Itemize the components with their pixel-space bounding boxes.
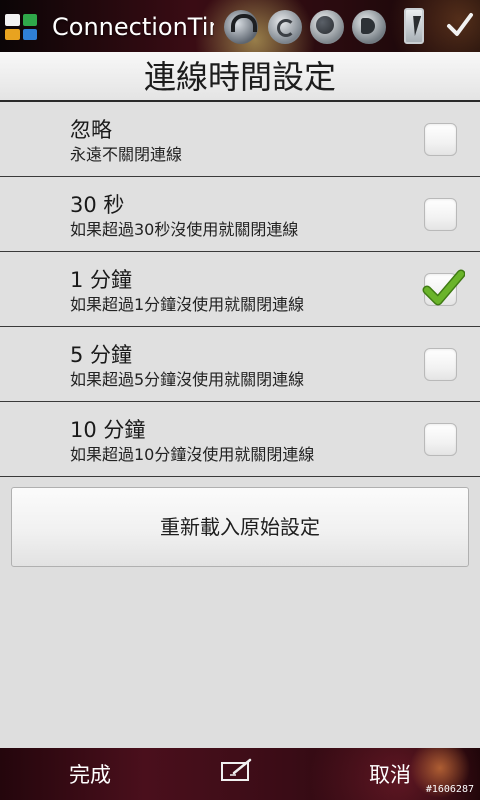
edit-icon[interactable]	[220, 758, 254, 782]
option-30-seconds[interactable]: 30 秒 如果超過30秒沒使用就關閉連線	[0, 177, 480, 252]
page-header: 連線時間設定	[0, 52, 480, 102]
option-title: 1 分鐘	[70, 268, 133, 292]
option-title: 10 分鐘	[70, 418, 146, 442]
done-button[interactable]: 完成	[48, 758, 132, 792]
option-description: 如果超過5分鐘沒使用就關閉連線	[70, 370, 305, 389]
option-checkbox[interactable]	[424, 348, 457, 381]
option-description: 如果超過10分鐘沒使用就關閉連線	[70, 445, 315, 464]
option-5-minutes[interactable]: 5 分鐘 如果超過5分鐘沒使用就關閉連線	[0, 327, 480, 402]
app-title: ConnectionTime	[52, 13, 214, 41]
option-1-minute[interactable]: 1 分鐘 如果超過1分鐘沒使用就關閉連線	[0, 252, 480, 327]
sync-icon[interactable]	[268, 10, 302, 44]
option-description: 如果超過30秒沒使用就關閉連線	[70, 220, 299, 239]
globe-icon[interactable]	[310, 10, 344, 44]
page-title: 連線時間設定	[143, 58, 336, 96]
cancel-button[interactable]: 取消	[348, 758, 432, 792]
option-checkbox[interactable]	[422, 269, 465, 306]
app-grid-icon[interactable]	[5, 14, 37, 40]
option-checkbox[interactable]	[424, 423, 457, 456]
option-10-minutes[interactable]: 10 分鐘 如果超過10分鐘沒使用就關閉連線	[0, 402, 480, 477]
check-icon[interactable]	[446, 10, 474, 40]
option-description: 如果超過1分鐘沒使用就關閉連線	[70, 295, 305, 314]
status-bar: ConnectionTime	[0, 0, 480, 52]
check-mark-icon	[422, 269, 465, 306]
speaker-icon[interactable]	[352, 10, 386, 44]
option-title: 忽略	[70, 118, 112, 142]
headset-icon[interactable]	[224, 10, 258, 44]
watermark: #1606287	[425, 784, 474, 795]
options-list: 忽略 永遠不關閉連線 30 秒 如果超過30秒沒使用就關閉連線 1 分鐘 如果超…	[0, 102, 480, 477]
option-title: 5 分鐘	[70, 343, 133, 367]
option-checkbox[interactable]	[424, 123, 457, 156]
option-description: 永遠不關閉連線	[70, 145, 183, 164]
bottom-bar: 完成 取消 #1606287	[0, 748, 480, 800]
reset-defaults-button[interactable]: 重新載入原始設定	[11, 487, 469, 567]
option-title: 30 秒	[70, 193, 125, 217]
option-ignore[interactable]: 忽略 永遠不關閉連線	[0, 102, 480, 177]
option-checkbox[interactable]	[424, 198, 457, 231]
battery-icon[interactable]	[404, 8, 424, 44]
